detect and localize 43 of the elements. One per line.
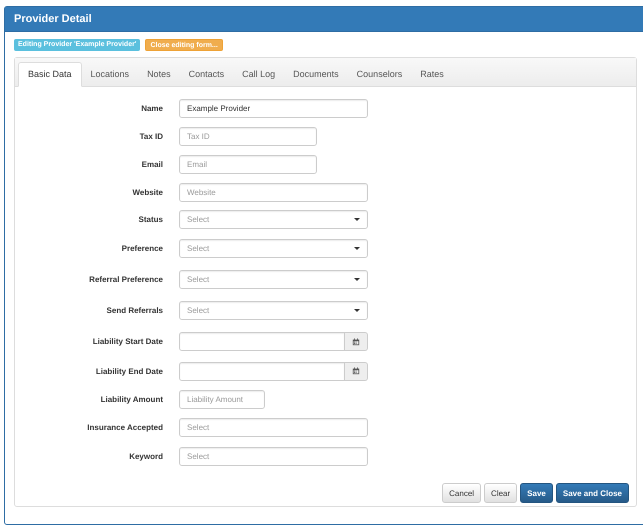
button[interactable]: Save and Close	[556, 483, 629, 503]
tab[interactable]: Locations	[82, 63, 138, 86]
field-label: Liability Amount	[100, 394, 163, 404]
input-field[interactable]: Select	[179, 447, 368, 466]
tab[interactable]: Counselors	[348, 63, 412, 86]
tab[interactable]: Documents	[284, 63, 348, 86]
calendar-button[interactable]	[345, 332, 368, 351]
field-label: Referral Preference	[88, 275, 163, 284]
field-label: Tax ID	[138, 132, 163, 140]
caret-icon	[354, 218, 360, 220]
input-field[interactable]: Website	[179, 182, 368, 202]
caret-icon	[354, 247, 360, 250]
tab[interactable]: Contacts	[180, 63, 234, 86]
field-label: Liability Start Date	[92, 337, 163, 346]
tab[interactable]: Rates	[411, 63, 453, 86]
field-label: Email	[140, 160, 163, 168]
button[interactable]: Cancel	[442, 483, 482, 503]
field-label: Insurance Accepted	[86, 422, 163, 432]
button[interactable]: Clear	[484, 483, 518, 503]
calendar-button[interactable]	[345, 362, 368, 380]
tab[interactable]: Notes	[138, 63, 180, 86]
input-field[interactable]: Example Provider	[179, 98, 368, 118]
field-label: Send Referrals	[106, 306, 163, 315]
date-field[interactable]	[179, 332, 345, 351]
date-field[interactable]	[179, 362, 345, 380]
field-label: Name	[140, 104, 163, 112]
field-label: Status	[138, 214, 163, 224]
caret-icon	[354, 278, 360, 281]
calendar-icon	[352, 367, 360, 375]
input-field[interactable]: Select	[179, 418, 368, 436]
tab[interactable]: Call Log	[233, 63, 284, 86]
field-label: Keyword	[128, 452, 163, 461]
tab[interactable]: Basic Data	[18, 62, 82, 87]
field-label: Preference	[120, 244, 163, 253]
field-label: Liability End Date	[94, 366, 163, 376]
input-field[interactable]: Tax ID	[179, 126, 317, 146]
field-label: Website	[131, 188, 163, 196]
button[interactable]: Save	[520, 483, 553, 503]
window-title: Provider Detail	[14, 13, 92, 25]
caret-icon	[354, 309, 360, 312]
input-field[interactable]: Email	[179, 154, 317, 174]
calendar-icon	[352, 338, 360, 346]
input-field[interactable]: Liability Amount	[179, 390, 265, 408]
